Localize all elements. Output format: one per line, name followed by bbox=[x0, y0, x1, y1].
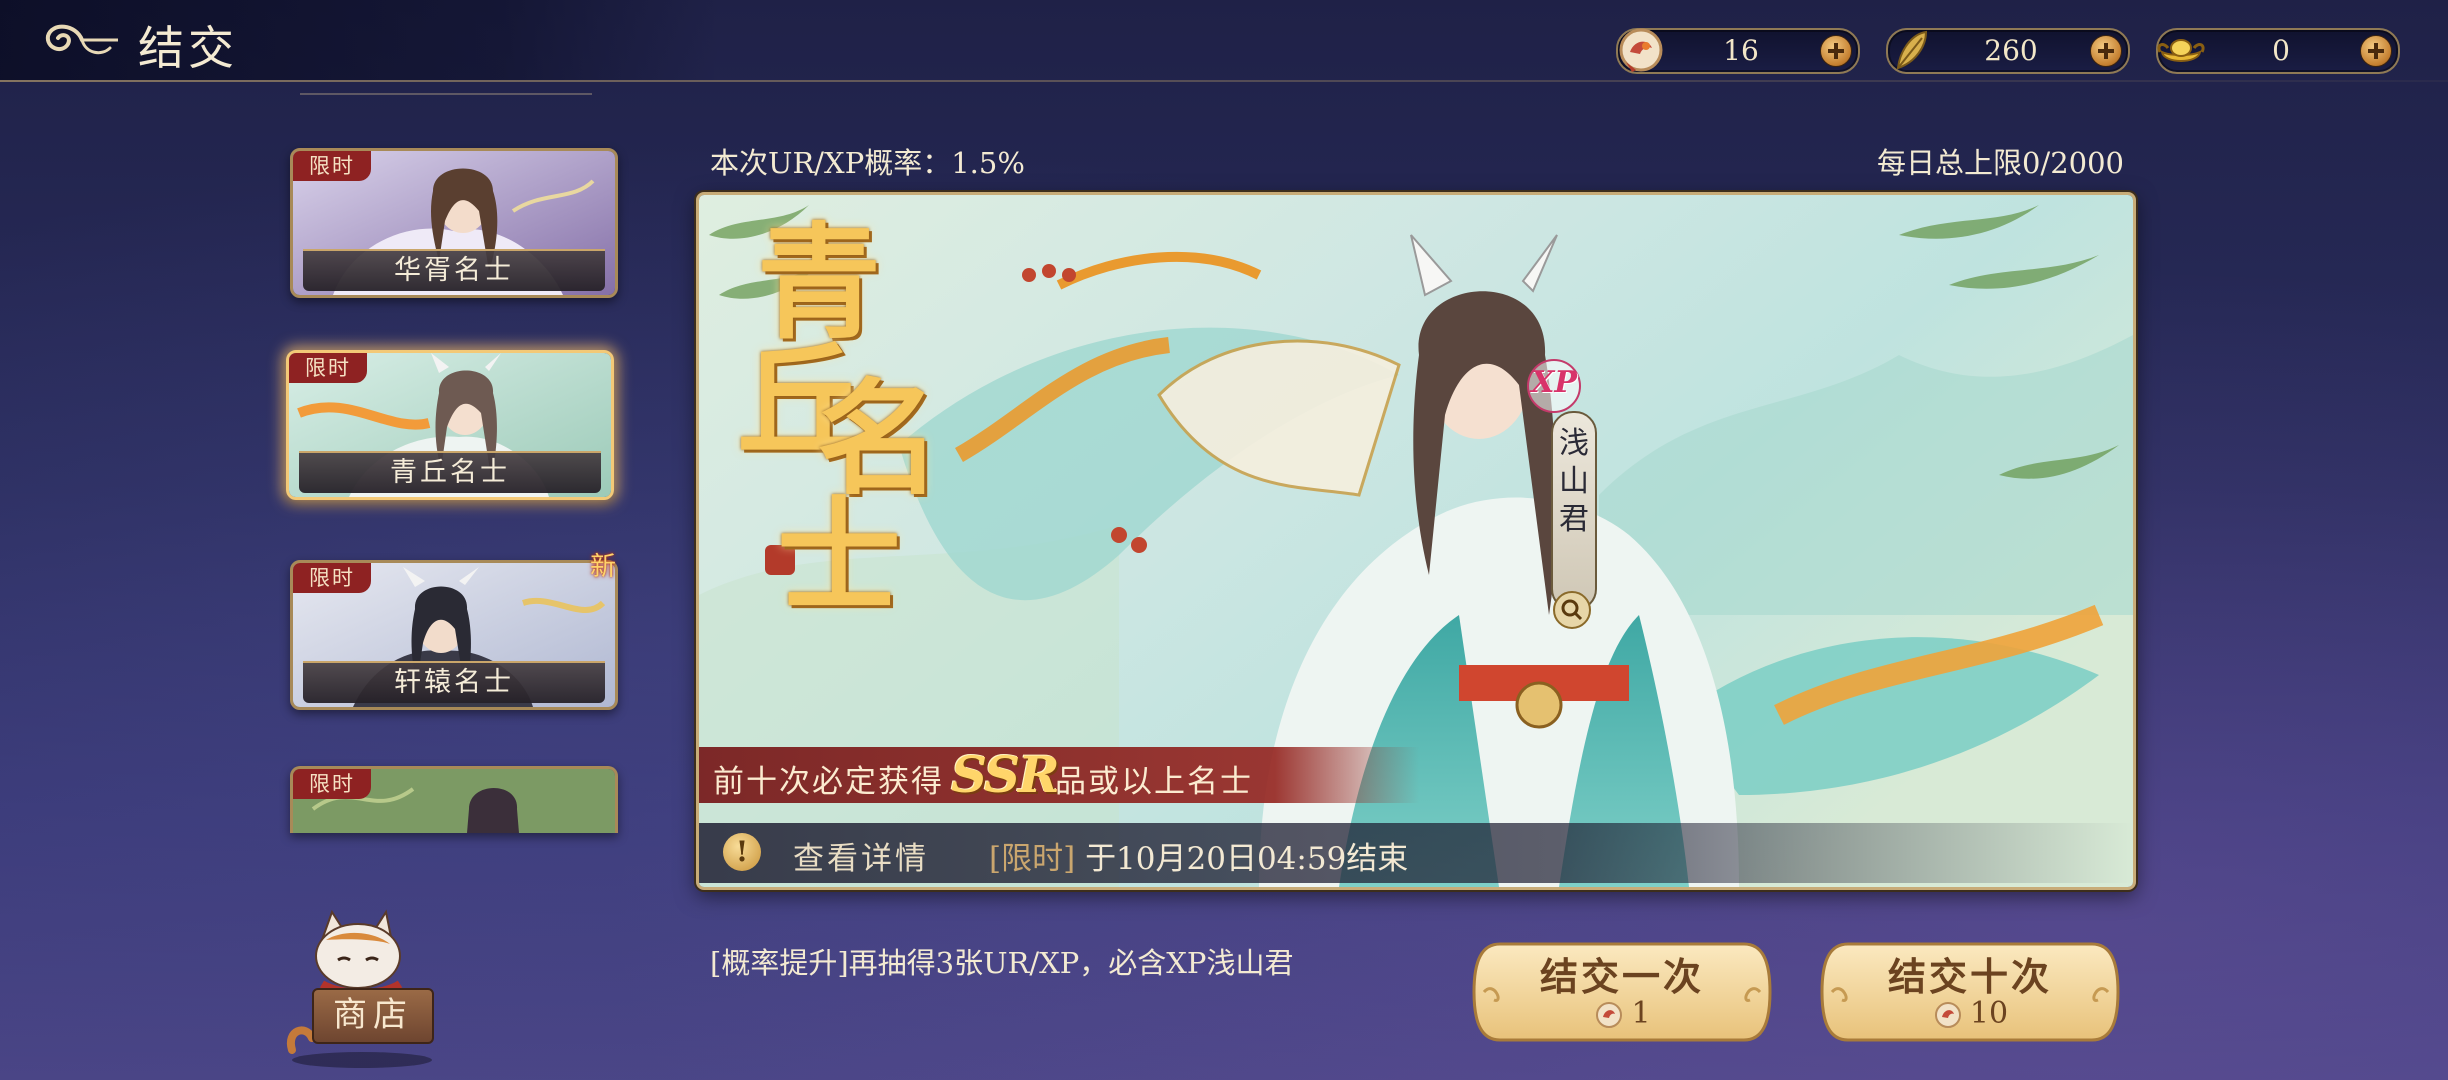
banner-card-qingqiu[interactable]: 限时 青丘名士 bbox=[286, 350, 614, 500]
limited-label: [限时] bbox=[989, 841, 1076, 877]
add-token-button[interactable] bbox=[1820, 35, 1852, 67]
pull-ten-cost: 10 bbox=[1818, 996, 2122, 1031]
back-cloud-icon bbox=[45, 24, 119, 55]
end-time-value: 于10月20日04:59结束 bbox=[1085, 841, 1409, 877]
resource-feather: 260 bbox=[1886, 28, 2130, 74]
token-icon bbox=[1619, 28, 1663, 72]
banner-card-name: 华胥名士 bbox=[303, 249, 605, 291]
add-feather-button[interactable] bbox=[2090, 35, 2122, 67]
resource-ingot: 0 bbox=[2156, 28, 2400, 74]
resource-ingot-value: 0 bbox=[2272, 34, 2290, 67]
banner-title-char: 名 bbox=[817, 367, 942, 512]
banner-card-name: 轩辕名士 bbox=[303, 661, 605, 703]
banner-card-huaxu[interactable]: 限时 华胥名士 bbox=[290, 148, 618, 298]
feather-icon bbox=[1896, 30, 1928, 70]
token-icon bbox=[1934, 1002, 1961, 1028]
magnify-glyph bbox=[1561, 599, 1583, 621]
featured-banner: 青 丘 名 士 XP 浅 山 君 前十次必定获得 SSR 品或以上名士 ! 查看… bbox=[696, 192, 2136, 890]
banner-card-fourth[interactable]: 限时 bbox=[290, 766, 618, 833]
limited-tag: 限时 bbox=[293, 151, 371, 181]
header-divider bbox=[0, 80, 2448, 82]
view-details-label: 查看详情 bbox=[793, 841, 929, 877]
pull-ten-label: 结交十次 bbox=[1887, 954, 2052, 999]
shop-button[interactable] bbox=[282, 900, 452, 1070]
banner-title: 青 丘 名 士 bbox=[737, 211, 942, 630]
banner-title-char: 士 bbox=[777, 485, 902, 630]
limited-tag: 限时 bbox=[293, 563, 371, 593]
daily-limit-text: 每日总上限0/2000 bbox=[1876, 146, 2124, 180]
pull-once-label: 结交一次 bbox=[1539, 954, 1704, 999]
banner-card-name: 青丘名士 bbox=[299, 451, 601, 493]
ssr-rarity-text: SSR bbox=[951, 745, 1060, 804]
rarity-badge: XP bbox=[1523, 355, 1585, 417]
resource-token: 16 bbox=[1616, 28, 1860, 74]
ingot-icon bbox=[2157, 39, 2205, 62]
page-title: 结交 bbox=[138, 21, 238, 75]
end-time-text: [限时] 于10月20日04:59结束 bbox=[989, 833, 1408, 878]
banner-title-char: 青 bbox=[757, 211, 882, 356]
rarity-text: XP bbox=[1531, 365, 1577, 400]
guarantee-text-suffix: 品或以上名士 bbox=[1055, 764, 1253, 800]
banner-card-xuanyuan[interactable]: 限时 轩辕名士 bbox=[290, 560, 618, 710]
limited-tag: 限时 bbox=[289, 353, 367, 383]
back-button[interactable] bbox=[40, 14, 124, 66]
token-icon bbox=[1596, 1002, 1623, 1028]
name-char: 山 bbox=[1559, 464, 1589, 499]
pull-once-button[interactable]: 结交一次 1 bbox=[1470, 940, 1774, 1044]
name-char: 浅 bbox=[1559, 426, 1589, 461]
resource-token-value: 16 bbox=[1723, 34, 1759, 67]
pull-once-cost-value: 1 bbox=[1631, 996, 1651, 1031]
guarantee-text: 前十次必定获得 bbox=[713, 764, 944, 800]
info-icon: ! bbox=[723, 833, 761, 871]
pity-text: [概率提升]再抽得3张UR/XP，必含XP浅山君 bbox=[710, 946, 1294, 980]
limited-tag: 限时 bbox=[293, 769, 371, 799]
shop-label[interactable]: 商店 bbox=[312, 988, 434, 1044]
pull-once-cost: 1 bbox=[1470, 996, 1774, 1031]
pull-ten-cost-value: 10 bbox=[1969, 996, 2009, 1031]
pull-ten-button[interactable]: 结交十次 10 bbox=[1818, 940, 2122, 1044]
featured-character-name[interactable]: 浅 山 君 bbox=[1551, 411, 1597, 611]
list-divider bbox=[300, 93, 592, 95]
add-ingot-button[interactable] bbox=[2360, 35, 2392, 67]
magnify-icon[interactable] bbox=[1553, 591, 1591, 629]
rate-text: 本次UR/XP概率：1.5% bbox=[710, 146, 1025, 180]
name-char: 君 bbox=[1559, 502, 1589, 537]
cat-shopkeeper-icon bbox=[286, 909, 432, 1068]
view-details-button[interactable]: ! 查看详情 bbox=[713, 827, 983, 877]
resource-feather-value: 260 bbox=[1984, 34, 2038, 67]
new-badge: 新 bbox=[590, 552, 617, 582]
